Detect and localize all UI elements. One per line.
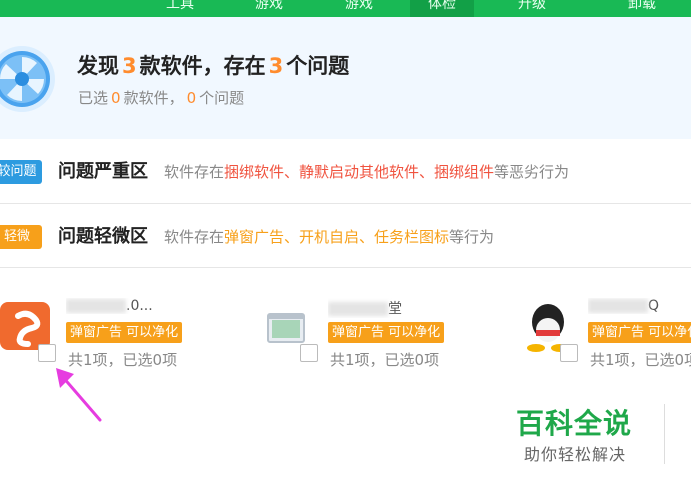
severe-desc-suffix: 等恶劣行为 (494, 163, 570, 181)
app-checkbox[interactable] (300, 344, 318, 362)
severe-zone-desc: 软件存在捆绑软件、静默启动其他软件、捆绑组件等恶劣行为 (164, 161, 569, 182)
pointer-arrow-icon (56, 368, 102, 422)
app-name-tail: Q (648, 298, 660, 314)
summary-sub-suffix: 个问题 (199, 89, 245, 107)
severe-tag: 较问题 (0, 160, 42, 184)
severe-zone: 较问题 问题严重区 软件存在捆绑软件、静默启动其他软件、捆绑组件等恶劣行为 (0, 139, 691, 204)
nav-tab-uninstall[interactable]: 卸载 (610, 0, 674, 17)
summary-sub-prefix: 已选 (78, 89, 109, 107)
selected-problem-count: 0 (186, 89, 197, 107)
severe-desc-highlight: 捆绑软件、静默启动其他软件、捆绑组件 (224, 163, 495, 181)
watermark-subtitle: 助你轻松解决 (524, 445, 627, 464)
minor-desc-highlight: 弹窗广告、开机自启、任务栏图标 (224, 228, 450, 246)
summary-title-middle: 款软件，存在 (139, 54, 266, 78)
ad-badge: 弹窗广告 可以净化 (588, 322, 691, 343)
ad-badge: 弹窗广告 可以净化 (66, 322, 183, 343)
nav-tab-checkup[interactable]: 体检 (410, 0, 474, 17)
app-card: Q 弹窗广告 可以净化 共1项，已选0项 (522, 290, 691, 380)
nav-tab-tools[interactable]: 工具 (148, 0, 212, 17)
summary-sub-middle: 款软件， (123, 89, 184, 107)
problem-count: 3 (268, 54, 284, 78)
minor-desc-suffix: 等行为 (449, 228, 495, 246)
app-name-tail: .0... (126, 298, 153, 314)
selected-app-count: 0 (111, 89, 121, 107)
app-name: .0... (66, 298, 196, 314)
minor-desc-prefix: 软件存在 (164, 228, 225, 246)
item-count: 共1项，已选0项 (590, 351, 691, 369)
summary-title-prefix: 发现 (77, 54, 119, 78)
minor-tag: 轻微 (0, 225, 42, 249)
minor-zone: 轻微 问题轻微区 软件存在弹窗广告、开机自启、任务栏图标等行为 (0, 204, 691, 268)
app-card: 堂 弹窗广告 可以净化 共1项，已选0项 (262, 290, 512, 380)
minor-zone-desc: 软件存在弹窗广告、开机自启、任务栏图标等行为 (164, 226, 494, 247)
severe-zone-title: 问题严重区 (58, 161, 148, 182)
nav-tab-games-2[interactable]: 游戏 (327, 0, 391, 17)
app-checkbox[interactable] (560, 344, 578, 362)
nav-tab-games[interactable]: 游戏 (237, 0, 301, 17)
ad-badge: 弹窗广告 可以净化 (328, 322, 445, 343)
found-count: 3 (122, 54, 137, 78)
blurred-name (588, 299, 648, 313)
watermark-divider (664, 404, 665, 464)
summary-subtitle: 已选 0 款软件， 0 个问题 (78, 87, 244, 108)
item-count: 共1项，已选0项 (330, 351, 440, 369)
app-name: 堂 (328, 298, 458, 318)
summary-title-suffix: 个问题 (286, 54, 350, 78)
app-card: .0... 弹窗广告 可以净化 共1项，已选0项 (0, 290, 250, 380)
minor-zone-title: 问题轻微区 (58, 226, 148, 247)
blurred-name (66, 299, 126, 313)
nav-tab-upgrade[interactable]: 升级 (500, 0, 564, 17)
app-name-tail: 堂 (388, 301, 402, 317)
scan-fan-icon (0, 46, 55, 112)
severe-desc-prefix: 软件存在 (164, 163, 225, 181)
app-name: Q (588, 298, 691, 314)
scan-summary: 发现 3 款软件，存在 3 个问题 已选 0 款软件， 0 个问题 (0, 17, 691, 139)
summary-title: 发现 3 款软件，存在 3 个问题 (77, 50, 349, 80)
app-checkbox[interactable] (38, 344, 56, 362)
watermark-title: 百科全说 (516, 407, 633, 440)
blurred-name (328, 302, 388, 316)
top-nav-bar: 工具 游戏 游戏 体检 升级 卸载 (0, 0, 691, 17)
